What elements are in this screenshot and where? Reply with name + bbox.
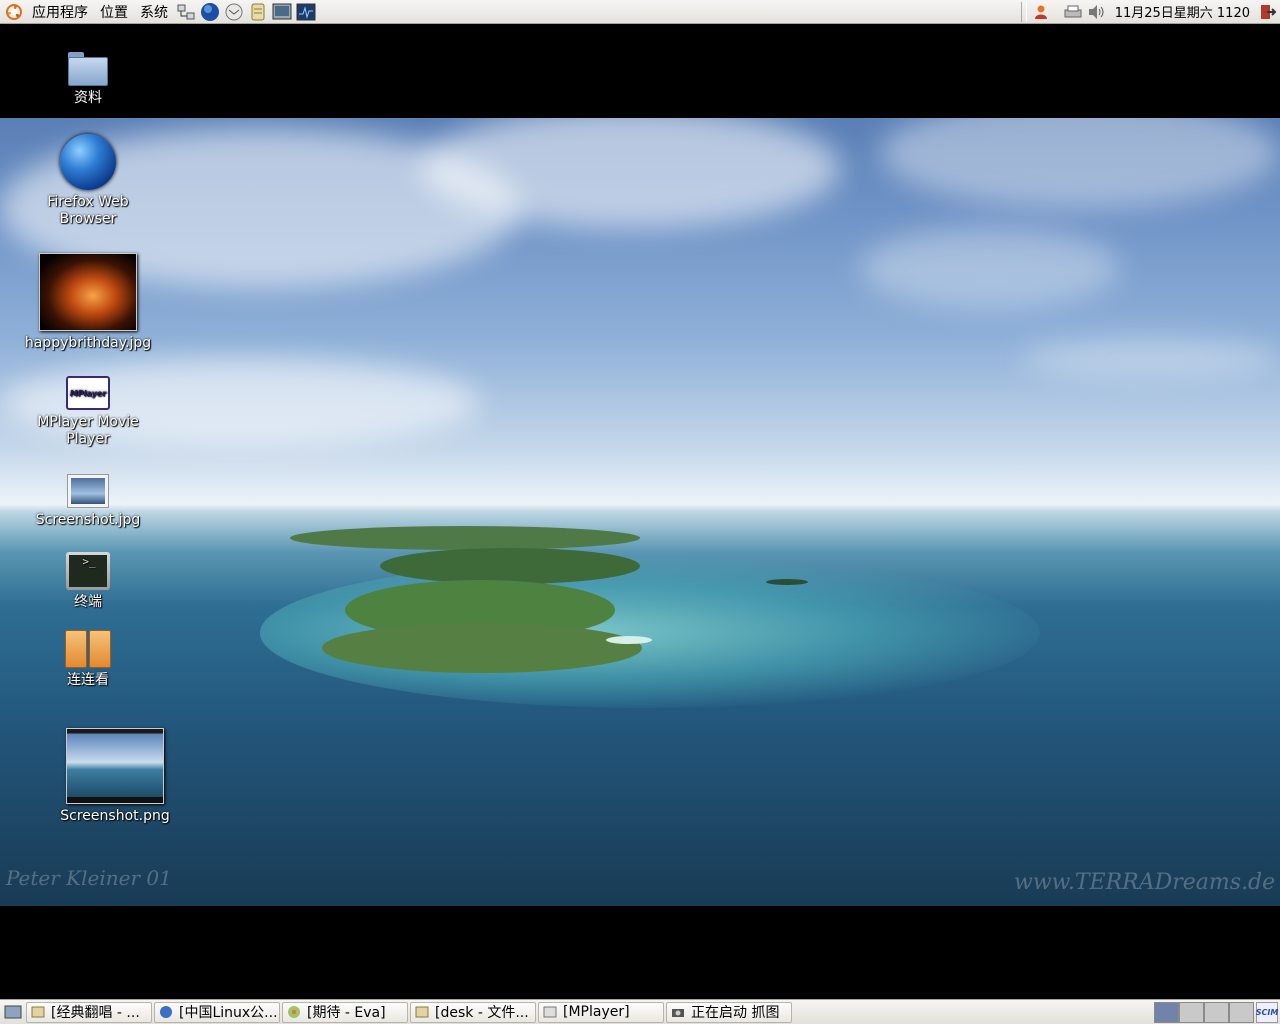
taskbar-item[interactable]: [desk - 文件... xyxy=(410,1001,536,1023)
desktop-icon-mplayer[interactable]: MPlayer MPlayer Movie Player xyxy=(18,376,158,448)
terminal-prompt: >_ xyxy=(69,555,107,587)
taskbar-item[interactable]: [经典翻唱 - ... xyxy=(26,1001,152,1023)
taskbar-item-label: [中国Linux公... xyxy=(179,1005,278,1021)
mplayer-icon xyxy=(543,1006,557,1018)
game-icon xyxy=(65,630,111,668)
mplayer-icon: MPlayer xyxy=(66,376,110,410)
taskbar-item[interactable]: [期待 - Eva] xyxy=(282,1001,408,1023)
taskbar-item[interactable]: [MPlayer] xyxy=(538,1001,664,1023)
desktop-icon-screenshot-jpg[interactable]: Screenshot.jpg xyxy=(18,474,158,529)
desktop-icon-firefox[interactable]: Firefox Web Browser xyxy=(18,134,158,228)
user-icon[interactable] xyxy=(1031,2,1051,22)
wallpaper-credit-right: www.TERRADreams.de xyxy=(1014,870,1276,895)
network-icon[interactable] xyxy=(176,2,196,22)
workspace-3[interactable] xyxy=(1204,1001,1229,1023)
island xyxy=(290,526,640,550)
email-icon[interactable] xyxy=(224,2,244,22)
desktop-icon-label: 资料 xyxy=(74,90,102,106)
ubuntu-logo-icon xyxy=(6,3,22,20)
folder-icon xyxy=(415,1006,429,1018)
wallpaper-credit-left: Peter Kleiner 01 xyxy=(6,866,172,890)
workspace-1[interactable] xyxy=(1154,1001,1179,1023)
desktop-icon-label: Screenshot.png xyxy=(60,808,170,824)
volume-icon[interactable] xyxy=(1087,2,1107,22)
desktop-icon-label: happybrithday.jpg xyxy=(24,335,152,351)
taskbar-item-label: 正在启动 抓图 xyxy=(691,1005,780,1021)
camera-icon xyxy=(672,1009,684,1017)
image-thumbnail xyxy=(39,253,137,331)
music-icon xyxy=(288,1006,300,1018)
desktop-icon-label: Screenshot.jpg xyxy=(35,512,141,528)
taskbar-item-label: [经典翻唱 - ... xyxy=(51,1005,140,1021)
globe-icon xyxy=(60,134,116,190)
system-tray: 11月25日星期六 1120 xyxy=(1019,0,1280,24)
desktop-icon-happybirthday[interactable]: happybrithday.jpg xyxy=(18,253,158,352)
islet xyxy=(606,636,652,644)
desktop-icon-label: Firefox Web Browser xyxy=(47,194,129,227)
tray-separator xyxy=(1020,1,1027,22)
top-panel: 应用程序 位置 系统 11月25日星期六 1120 xyxy=(0,0,1280,24)
taskbar-item[interactable]: 正在启动 抓图 xyxy=(666,1001,792,1023)
browser-icon xyxy=(160,1006,172,1018)
workspace-4[interactable] xyxy=(1229,1001,1254,1023)
bottom-panel: [经典翻唱 - ... [中国Linux公... [期待 - Eva] [des… xyxy=(0,999,1280,1024)
taskbar-item[interactable]: [中国Linux公... xyxy=(154,1001,280,1023)
desktop-icon-label: 终端 xyxy=(74,594,102,610)
image-icon xyxy=(67,474,109,508)
desktop[interactable]: Peter Kleiner 01 www.TERRADreams.de 资料 F… xyxy=(0,24,1280,999)
island xyxy=(380,548,640,584)
printer-icon[interactable] xyxy=(1063,2,1083,22)
wallpaper-cloud xyxy=(860,228,1120,308)
workspace-2[interactable] xyxy=(1179,1001,1204,1023)
desktop-icon-ziliao[interactable]: 资料 xyxy=(18,52,158,107)
show-desktop-button[interactable] xyxy=(2,1002,24,1022)
menu-places[interactable]: 位置 xyxy=(94,2,134,22)
wallpaper-cloud xyxy=(880,118,1280,208)
taskbar-item-label: [desk - 文件... xyxy=(435,1005,529,1021)
desktop-icon-label: 连连看 xyxy=(67,672,109,688)
folder-icon xyxy=(68,52,108,86)
taskbar-item-label: [期待 - Eva] xyxy=(307,1005,386,1021)
menu-applications[interactable]: 应用程序 xyxy=(26,2,94,22)
desktop-icon-label: MPlayer Movie Player xyxy=(37,414,139,447)
desktop-icon-lianliankan[interactable]: 连连看 xyxy=(18,630,158,689)
menu-system[interactable]: 系统 xyxy=(134,2,174,22)
screenshot-icon[interactable] xyxy=(272,2,292,22)
clock[interactable]: 11月25日星期六 1120 xyxy=(1109,2,1256,21)
mplayer-logo-text: MPlayer xyxy=(69,388,107,398)
wallpaper: Peter Kleiner 01 www.TERRADreams.de xyxy=(0,118,1280,906)
main-menu: 应用程序 位置 系统 xyxy=(0,0,174,24)
system-monitor-icon[interactable] xyxy=(296,2,316,22)
workspace-switcher xyxy=(1154,1001,1254,1023)
islet xyxy=(766,579,808,585)
folder-icon xyxy=(31,1006,45,1018)
island xyxy=(322,623,642,673)
taskbar-item-label: [MPlayer] xyxy=(563,1004,630,1020)
desktop-icon-screenshot-png[interactable]: Screenshot.png xyxy=(45,728,185,825)
firefox-icon[interactable] xyxy=(200,2,220,22)
wallpaper-cloud xyxy=(1020,338,1280,378)
desktop-icon-terminal[interactable]: >_ 终端 xyxy=(18,552,158,611)
image-thumbnail xyxy=(66,728,164,804)
logout-icon[interactable] xyxy=(1258,2,1278,22)
notes-icon[interactable] xyxy=(248,2,268,22)
scim-icon[interactable]: SCIM xyxy=(1256,1001,1278,1023)
terminal-icon: >_ xyxy=(66,552,110,590)
